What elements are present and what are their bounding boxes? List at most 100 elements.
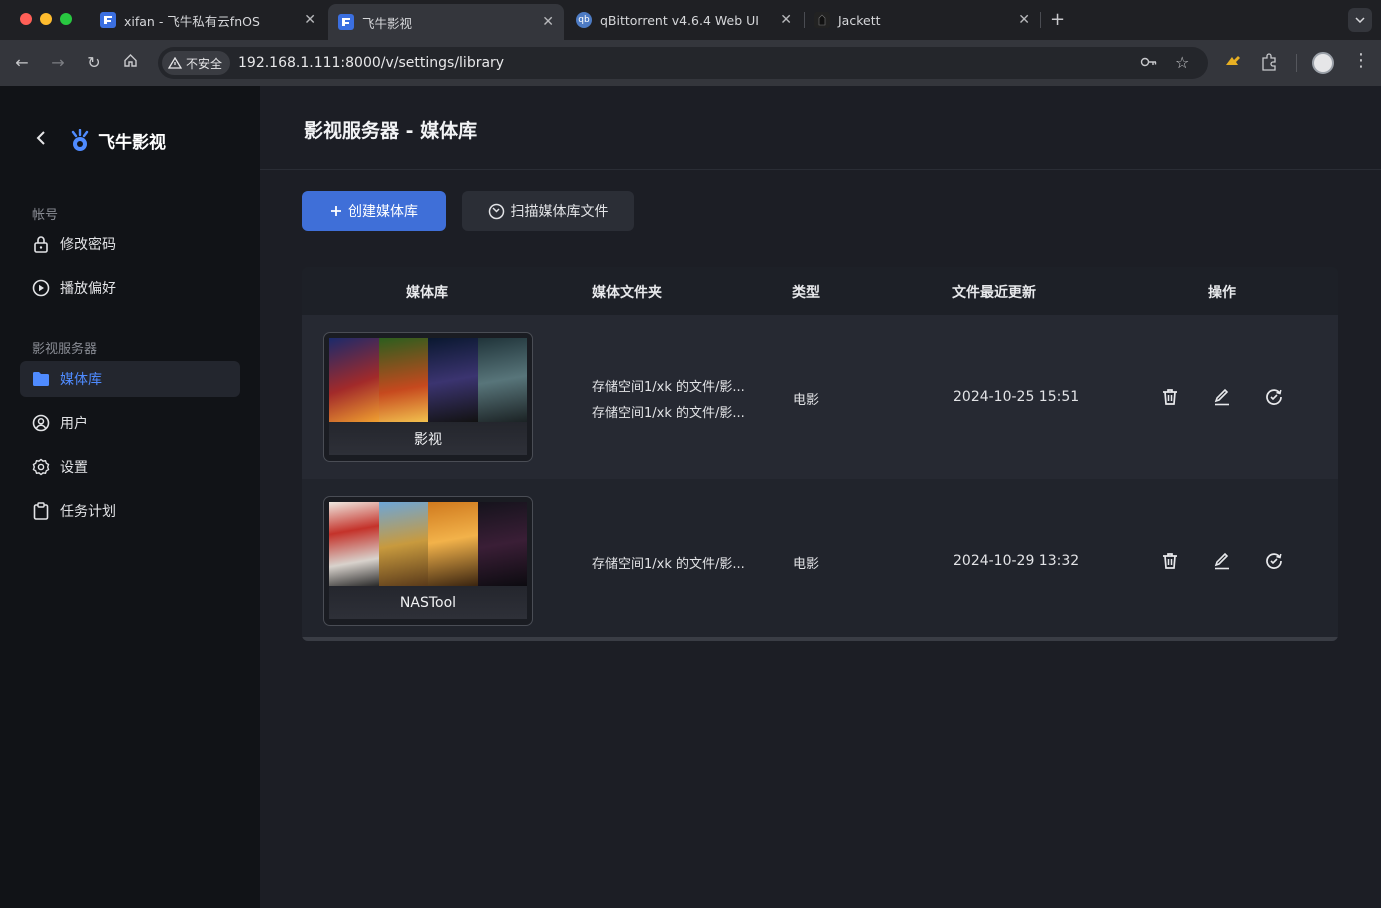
sidebar-item-label: 媒体库 <box>60 372 102 388</box>
key-icon[interactable] <box>1140 55 1158 73</box>
sidebar: 飞牛影视 帐号 修改密码 播放偏好 影视服务器 媒体库 用户 设置 任务计划 <box>0 86 260 908</box>
tab-qbittorrent[interactable]: qb qBittorrent v4.6.4 Web UI ✕ <box>566 6 802 34</box>
library-name: NASTool <box>329 586 527 619</box>
sidebar-item-label: 任务计划 <box>60 504 116 520</box>
home-icon[interactable] <box>120 53 140 72</box>
sidebar-item-playback-prefs[interactable]: 播放偏好 <box>20 270 240 306</box>
play-circle-icon <box>32 279 50 297</box>
browser-toolbar: ← → ↻ 不安全 192.168.1.111:8000/v/settings/… <box>0 40 1381 86</box>
reload-icon[interactable]: ↻ <box>84 53 104 72</box>
create-library-label: 创建媒体库 <box>348 204 418 220</box>
sidebar-item-label: 用户 <box>60 416 88 432</box>
forward-icon[interactable]: → <box>48 53 68 72</box>
brand: 飞牛影视 <box>36 128 166 153</box>
poster-image <box>329 338 379 422</box>
poster-collage <box>329 502 527 586</box>
poster-collage <box>329 338 527 422</box>
toolbar-separator <box>1296 54 1297 72</box>
sidebar-item-media-library[interactable]: 媒体库 <box>20 361 240 397</box>
scan-library-button[interactable]: 扫描媒体库文件 <box>462 191 634 231</box>
back-arrow-icon[interactable] <box>36 130 46 151</box>
close-tab-icon[interactable]: ✕ <box>542 14 554 30</box>
close-tab-icon[interactable]: ✕ <box>780 12 792 28</box>
back-icon[interactable]: ← <box>12 53 32 72</box>
clipboard-icon <box>32 502 50 520</box>
table-header: 媒体库 媒体文件夹 类型 文件最近更新 操作 <box>302 267 1338 315</box>
lock-icon <box>32 235 50 253</box>
section-title-account: 帐号 <box>32 208 59 223</box>
app-root: 飞牛影视 帐号 修改密码 播放偏好 影视服务器 媒体库 用户 设置 任务计划 影… <box>0 86 1381 908</box>
tab-label: Jackett <box>838 12 881 28</box>
browser-window: xifan - 飞牛私有云fnOS ✕ 飞牛影视 ✕ qb qBittorren… <box>0 0 1381 908</box>
tab-separator <box>1040 12 1041 28</box>
folder-path: 存储空间1/xk 的文件/影... <box>592 406 745 421</box>
rescan-icon[interactable] <box>1264 551 1284 571</box>
folder-path: 存储空间1/xk 的文件/影... <box>592 380 745 395</box>
column-header-updated: 文件最近更新 <box>952 285 1036 301</box>
delete-trash-icon[interactable] <box>1160 387 1180 407</box>
table-row: NASTool 存储空间1/xk 的文件/影... 电影 2024-10-29 … <box>302 479 1338 641</box>
poster-image <box>329 502 379 586</box>
sidebar-item-task-plan[interactable]: 任务计划 <box>20 493 240 529</box>
tab-feiniu-video[interactable]: 飞牛影视 ✕ <box>328 4 564 40</box>
tab-label: xifan - 飞牛私有云fnOS <box>124 13 260 29</box>
sidebar-item-change-password[interactable]: 修改密码 <box>20 226 240 262</box>
poster-image <box>428 338 478 422</box>
scan-library-label: 扫描媒体库文件 <box>510 204 609 220</box>
address-bar[interactable]: 不安全 192.168.1.111:8000/v/settings/librar… <box>158 47 1208 79</box>
extension-jackett-icon[interactable] <box>1224 53 1242 73</box>
poster-image <box>378 502 428 586</box>
security-chip[interactable]: 不安全 <box>162 51 231 75</box>
column-header-type: 类型 <box>792 285 820 301</box>
library-name: 影视 <box>329 422 527 455</box>
rescan-icon[interactable] <box>1264 387 1284 407</box>
sidebar-item-users[interactable]: 用户 <box>20 405 240 441</box>
sidebar-item-label: 设置 <box>60 460 88 476</box>
page-header: 影视服务器 - 媒体库 <box>260 86 1381 170</box>
plus-icon <box>330 205 342 217</box>
library-card[interactable]: 影视 <box>323 332 533 462</box>
security-label: 不安全 <box>186 56 223 71</box>
column-header-actions: 操作 <box>1208 285 1236 301</box>
fnos-icon <box>100 12 116 28</box>
tab-label: qBittorrent v4.6.4 Web UI <box>600 12 759 28</box>
create-library-button[interactable]: 创建媒体库 <box>302 191 446 231</box>
extensions-icon[interactable] <box>1260 53 1278 75</box>
minimize-window-button[interactable] <box>40 13 52 25</box>
tab-strip: xifan - 飞牛私有云fnOS ✕ 飞牛影视 ✕ qb qBittorren… <box>0 0 1381 40</box>
user-icon <box>32 414 50 432</box>
more-menu-icon[interactable]: ⋮ <box>1352 50 1370 71</box>
edit-pencil-icon[interactable] <box>1212 551 1232 571</box>
sidebar-item-settings[interactable]: 设置 <box>20 449 240 485</box>
feiniu-logo-icon <box>71 128 89 151</box>
sidebar-item-label: 修改密码 <box>60 237 116 253</box>
tab-search-button[interactable] <box>1348 8 1372 32</box>
edit-pencil-icon[interactable] <box>1212 387 1232 407</box>
close-window-button[interactable] <box>20 13 32 25</box>
chevron-down-icon <box>1355 17 1365 23</box>
page-title: 影视服务器 - 媒体库 <box>304 120 478 142</box>
folder-icon <box>32 370 50 388</box>
library-card[interactable]: NASTool <box>323 496 533 626</box>
folder-path: 存储空间1/xk 的文件/影... <box>592 557 745 572</box>
tab-fnos[interactable]: xifan - 飞牛私有云fnOS ✕ <box>90 6 326 34</box>
library-type: 电影 <box>793 557 820 572</box>
delete-trash-icon[interactable] <box>1160 551 1180 571</box>
url-text: 192.168.1.111:8000/v/settings/library <box>238 55 505 71</box>
horizontal-scrollbar[interactable] <box>302 637 1338 641</box>
poster-image <box>477 338 527 422</box>
zoom-window-button[interactable] <box>60 13 72 25</box>
scan-clock-icon <box>488 203 505 220</box>
jackett-icon <box>814 12 830 28</box>
new-tab-icon[interactable]: + <box>1050 9 1065 30</box>
tab-label: 飞牛影视 <box>362 15 413 31</box>
library-table: 媒体库 媒体文件夹 类型 文件最近更新 操作 影视 存储空间1/xk 的文件/影… <box>302 267 1338 641</box>
section-title-video-server: 影视服务器 <box>32 342 98 357</box>
bookmark-star-icon[interactable]: ☆ <box>1175 53 1189 72</box>
main-content: 影视服务器 - 媒体库 创建媒体库 扫描媒体库文件 媒体库 媒体文件夹 类型 文… <box>260 86 1381 908</box>
gear-icon <box>32 458 50 476</box>
tab-jackett[interactable]: Jackett ✕ <box>804 6 1040 34</box>
close-tab-icon[interactable]: ✕ <box>304 12 316 28</box>
close-tab-icon[interactable]: ✕ <box>1018 12 1030 28</box>
profile-avatar[interactable] <box>1312 52 1334 74</box>
